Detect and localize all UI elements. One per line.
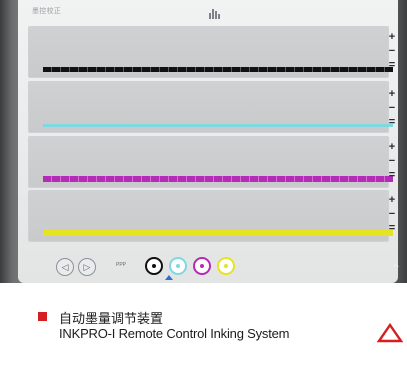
caption-title-en: INKPRO-I Remote Control Inking System [59,326,290,341]
mode-indicator[interactable]: PPP [116,262,126,268]
ink-controls-yellow: + − = [386,193,398,235]
decrease-button[interactable]: − [386,101,398,115]
ink-panel-black[interactable] [28,26,393,78]
ink-dot-yellow-icon [224,264,228,268]
bottom-toolbar: ◁ ▷ PPP [18,250,398,280]
ink-dot-black-icon [152,264,156,268]
ink-controls-magenta: + − = [386,140,398,182]
product-caption: 自动墨量调节装置 INKPRO-I Remote Control Inking … [0,283,407,366]
ink-select-magenta[interactable] [193,257,211,275]
ink-dot-magenta-icon [200,264,204,268]
equalize-button[interactable]: = [386,58,398,72]
ink-zone-strip-magenta [43,176,393,182]
ink-panel-cyan[interactable] [28,81,393,133]
arrow-right-icon: ▷ [83,262,91,272]
ink-controls-cyan: + − = [386,87,398,129]
caption-title-zh: 自动墨量调节装置 [59,311,164,326]
selection-marker-icon [165,275,173,280]
ink-select-black[interactable] [145,257,163,275]
screen-title: 墨控校正 [32,8,62,15]
previous-zone-button[interactable]: ◁ [56,258,74,276]
arrow-left-icon: ◁ [61,262,69,272]
increase-button[interactable]: + [386,87,398,101]
red-bullet-icon [38,312,47,321]
ink-select-cyan[interactable] [169,257,187,275]
ink-dot-cyan-icon [176,264,180,268]
decrease-button[interactable]: − [386,154,398,168]
warning-triangle-icon [377,323,403,343]
ink-controls-black: + − = [386,30,398,72]
decrease-button[interactable]: − [386,44,398,58]
ink-zone-strip-yellow [43,230,393,236]
touch-screen: 墨控校正 + − = + − = + − = + − = ◁ ▷ PPP [18,0,398,283]
screen-topbar: 墨控校正 [18,0,398,22]
device-bezel: 墨控校正 + − = + − = + − = + − = ◁ ▷ PPP ⌃ [0,0,407,283]
equalize-button[interactable]: = [386,115,398,129]
equalize-button[interactable]: = [386,221,398,235]
ink-panel-yellow[interactable] [28,190,393,242]
ink-zone-strip-black [43,67,393,72]
ink-panel-magenta[interactable] [28,136,393,188]
increase-button[interactable]: + [386,193,398,207]
decrease-button[interactable]: − [386,207,398,221]
ink-select-yellow[interactable] [217,257,235,275]
next-zone-button[interactable]: ▷ [78,258,96,276]
increase-button[interactable]: + [386,30,398,44]
increase-button[interactable]: + [386,140,398,154]
equalize-button[interactable]: = [386,168,398,182]
bar-chart-icon[interactable] [208,7,222,19]
expand-arrow-icon[interactable]: ⌃ [391,262,403,276]
ink-zone-strip-cyan [43,124,393,127]
